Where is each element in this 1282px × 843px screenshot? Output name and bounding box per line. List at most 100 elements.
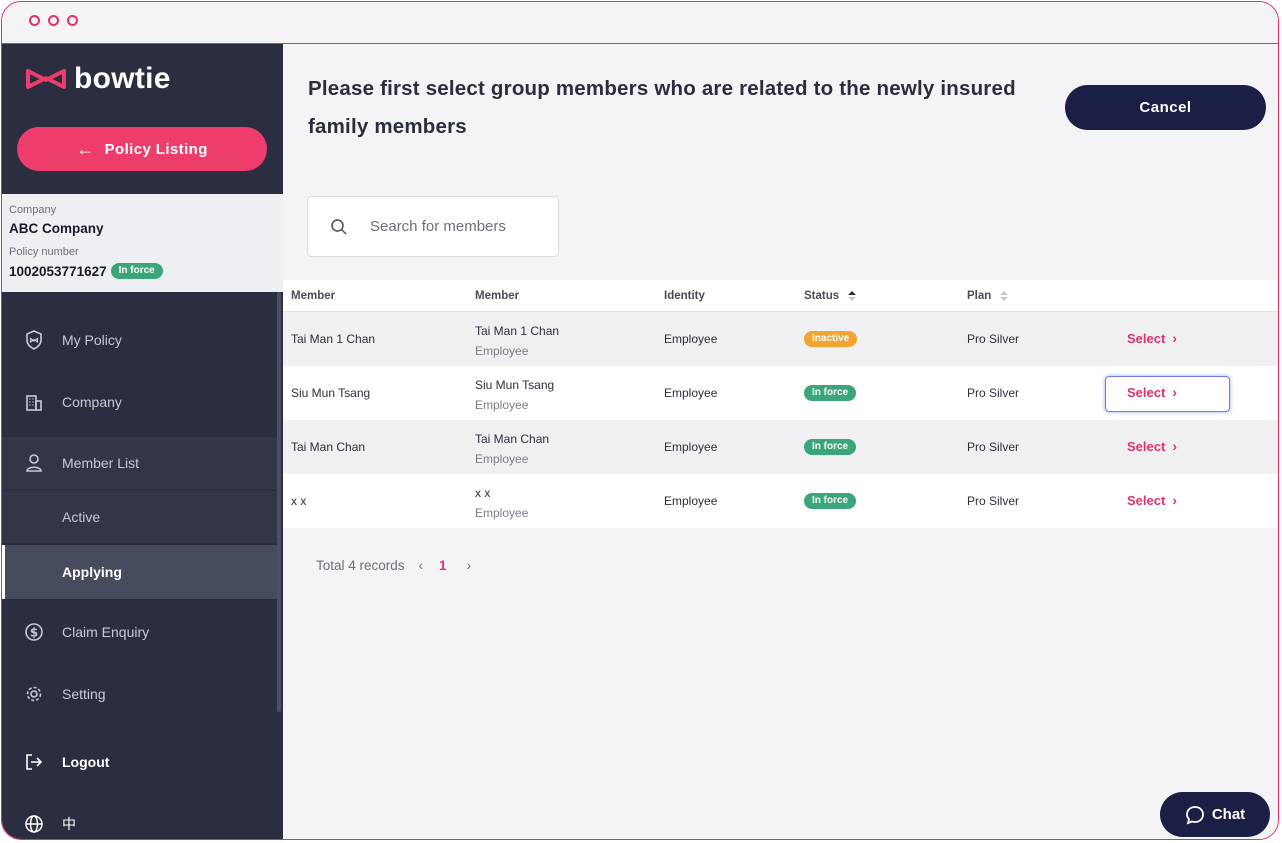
logout-icon bbox=[24, 752, 44, 772]
identity-cell: Employee bbox=[664, 494, 718, 508]
select-link[interactable]: Select › bbox=[1127, 438, 1177, 454]
app-window: bowtie ← Policy Listing Company ABC Comp… bbox=[1, 1, 1279, 840]
language-switch[interactable]: 中 bbox=[2, 798, 277, 839]
member-name-cell: Tai Man 1 Chan bbox=[475, 324, 560, 338]
member-role-cell: Employee bbox=[475, 506, 529, 520]
pagination: Total 4 records ‹ 1 › bbox=[316, 558, 471, 573]
sidebar-item-my-policy[interactable]: My Policy bbox=[2, 314, 277, 366]
sidebar-item-label: Active bbox=[62, 509, 101, 525]
member-cell: Tai Man 1 Chan bbox=[291, 332, 376, 346]
sort-icon[interactable] bbox=[847, 290, 857, 302]
user-icon bbox=[24, 453, 44, 473]
policy-number-value: 1002053771627 bbox=[9, 263, 107, 279]
sidebar-item-label: Claim Enquiry bbox=[62, 624, 150, 640]
logo-text: bowtie bbox=[74, 62, 171, 95]
sidebar-item-applying[interactable]: Applying bbox=[2, 545, 277, 599]
sidebar-item-setting[interactable]: Setting bbox=[2, 668, 277, 720]
member-cell: x x bbox=[291, 494, 307, 508]
policy-status-badge: In force bbox=[110, 263, 163, 279]
sidebar-item-member-list[interactable]: Member List bbox=[2, 437, 277, 489]
window-titlebar bbox=[2, 2, 1278, 44]
plan-cell: Pro Silver bbox=[967, 332, 1020, 346]
member-role-cell: Employee bbox=[475, 398, 529, 412]
search-box[interactable] bbox=[307, 196, 559, 257]
column-header-plan[interactable]: Plan bbox=[967, 290, 1009, 302]
sidebar-scrollbar[interactable] bbox=[277, 292, 281, 712]
sidebar-item-active[interactable]: Active bbox=[2, 491, 277, 543]
window-minimize-dot[interactable] bbox=[48, 15, 59, 26]
language-label: 中 bbox=[62, 816, 76, 832]
select-link[interactable]: Select › bbox=[1127, 330, 1177, 346]
sidebar-item-label: Company bbox=[62, 394, 122, 410]
chat-button[interactable]: Chat bbox=[1160, 792, 1270, 837]
page-number[interactable]: 1 bbox=[439, 558, 447, 573]
identity-cell: Employee bbox=[664, 386, 718, 400]
member-name-cell: x x bbox=[475, 486, 491, 500]
select-label: Select bbox=[1127, 330, 1166, 346]
gear-icon bbox=[24, 684, 44, 704]
status-badge: In force bbox=[804, 493, 857, 509]
building-icon bbox=[24, 392, 44, 412]
arrow-left-icon: ← bbox=[76, 138, 95, 159]
sidebar-item-label: Setting bbox=[62, 686, 106, 702]
company-value: ABC Company bbox=[9, 221, 104, 236]
page-title: Please first select group members who ar… bbox=[308, 77, 1016, 138]
member-role-cell: Employee bbox=[475, 344, 529, 358]
sidebar-item-label: Logout bbox=[62, 754, 110, 770]
window-maximize-dot[interactable] bbox=[67, 15, 78, 26]
chat-bubble-icon bbox=[1185, 805, 1204, 824]
identity-cell: Employee bbox=[664, 332, 718, 346]
search-input[interactable] bbox=[368, 217, 542, 236]
shield-icon bbox=[24, 330, 44, 350]
chevron-right-icon: › bbox=[1172, 330, 1177, 346]
sidebar-item-label: Member List bbox=[62, 455, 140, 471]
policy-number-label: Policy number bbox=[9, 246, 79, 258]
select-link[interactable]: Select › bbox=[1127, 492, 1177, 508]
table-header: Member Member Identity Status Plan bbox=[283, 280, 1278, 312]
sidebar-item-logout[interactable]: Logout bbox=[2, 736, 277, 788]
chevron-right-icon: › bbox=[1172, 438, 1177, 454]
sort-icon[interactable] bbox=[999, 290, 1009, 302]
svg-text:$: $ bbox=[30, 626, 38, 640]
main-content: Please first select group members who ar… bbox=[283, 44, 1278, 839]
member-name-cell: Tai Man Chan bbox=[475, 432, 550, 446]
column-header-member-name: Member bbox=[475, 290, 520, 302]
company-label: Company bbox=[9, 204, 57, 216]
status-badge: Inactive bbox=[804, 331, 858, 347]
table-row: Tai Man Chan Tai Man Chan Employee Emplo… bbox=[283, 420, 1278, 474]
sidebar-item-label: My Policy bbox=[62, 332, 122, 348]
window-close-dot[interactable] bbox=[29, 15, 40, 26]
cancel-button[interactable]: Cancel bbox=[1065, 85, 1266, 130]
company-card: Company ABC Company Policy number 100205… bbox=[2, 194, 283, 292]
focus-ring bbox=[1105, 376, 1230, 412]
sidebar-item-company[interactable]: Company bbox=[2, 376, 277, 428]
bowtie-logo[interactable]: bowtie bbox=[24, 62, 171, 96]
select-label: Select bbox=[1127, 492, 1166, 508]
member-name-cell: Siu Mun Tsang bbox=[475, 378, 555, 392]
column-header-member: Member bbox=[291, 290, 336, 302]
dollar-circle-icon: $ bbox=[24, 622, 44, 642]
plan-cell: Pro Silver bbox=[967, 440, 1020, 454]
column-header-identity: Identity bbox=[664, 290, 705, 302]
identity-cell: Employee bbox=[664, 440, 718, 454]
select-link[interactable]: Select › bbox=[1105, 376, 1230, 412]
status-badge: In force bbox=[804, 439, 857, 455]
prev-page-chevron-left-icon[interactable]: ‹ bbox=[419, 558, 424, 573]
globe-icon bbox=[24, 814, 44, 834]
plan-cell: Pro Silver bbox=[967, 494, 1020, 508]
table-row: x x x x Employee Employee In force Pro S… bbox=[283, 474, 1278, 528]
member-cell: Tai Man Chan bbox=[291, 440, 366, 454]
total-records: Total 4 records bbox=[316, 558, 405, 573]
chat-label: Chat bbox=[1211, 806, 1246, 823]
next-page-chevron-right-icon[interactable]: › bbox=[467, 558, 472, 573]
column-header-status[interactable]: Status bbox=[804, 290, 857, 302]
status-badge: In force bbox=[804, 385, 857, 401]
member-role-cell: Employee bbox=[475, 452, 529, 466]
sidebar-item-claim-enquiry[interactable]: $ Claim Enquiry bbox=[2, 606, 277, 658]
table-row: Tai Man 1 Chan Tai Man 1 Chan Employee E… bbox=[283, 312, 1278, 366]
select-label: Select bbox=[1127, 438, 1166, 454]
policy-listing-button[interactable]: ← Policy Listing bbox=[17, 127, 267, 171]
sidebar-item-label: Applying bbox=[62, 564, 122, 580]
search-icon bbox=[330, 218, 348, 236]
column-header-plan-label: Plan bbox=[967, 290, 992, 302]
